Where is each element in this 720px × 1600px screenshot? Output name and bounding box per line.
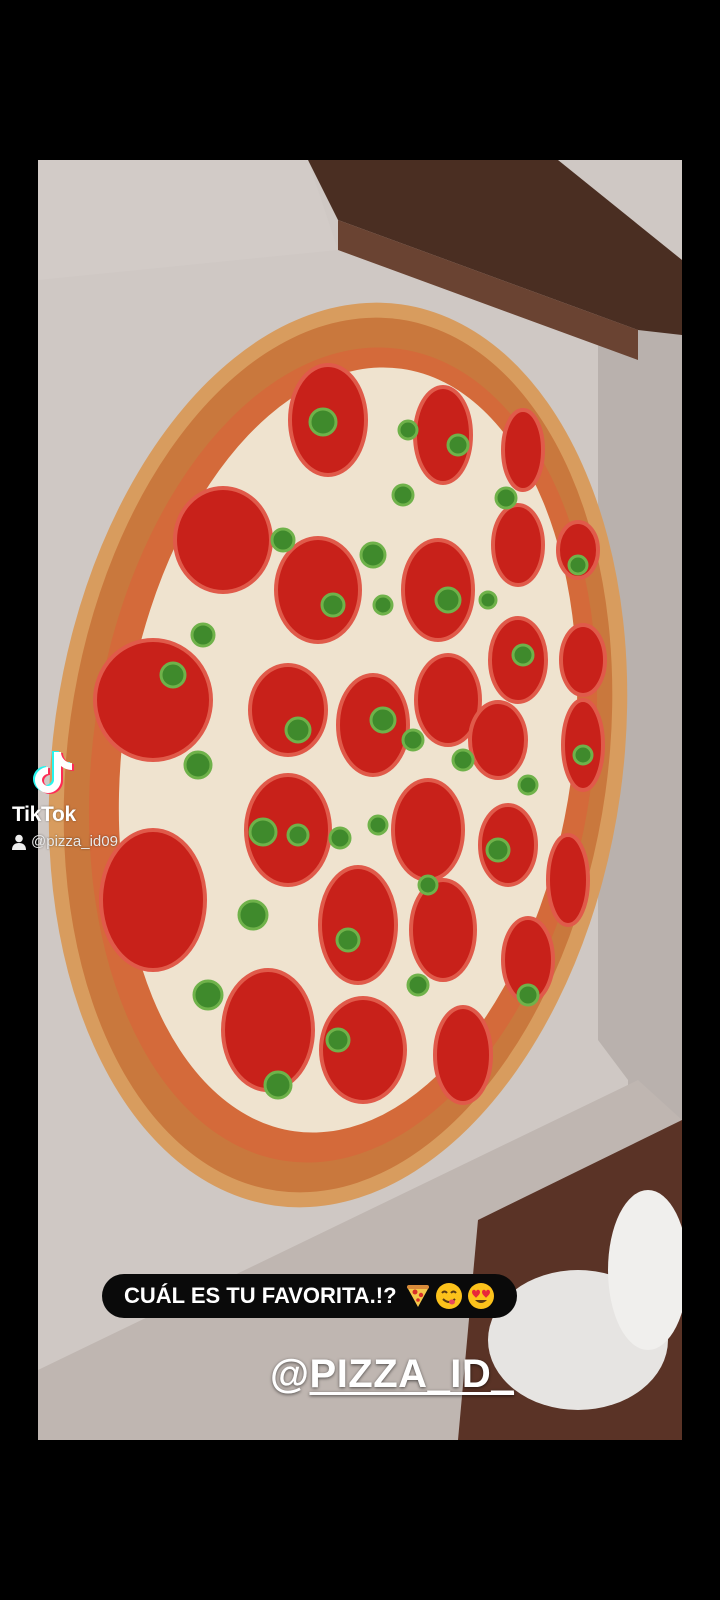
- tiktok-brand-label: TikTok: [12, 803, 76, 826]
- heart-eyes-emoji: [467, 1283, 494, 1309]
- tiktok-logo-icon: [30, 748, 152, 801]
- caption-pill: CUÁL ES TU FAVORITA.!?: [102, 1274, 517, 1318]
- caption-emojis: [401, 1282, 495, 1310]
- handle-at: @: [270, 1352, 310, 1396]
- person-icon: [12, 834, 26, 850]
- yum-face-emoji: [435, 1283, 462, 1309]
- handle-name: PIZZA_ID_: [309, 1352, 515, 1396]
- tiktok-username-text: @pizza_id09: [31, 833, 118, 850]
- tiktok-username: @pizza_id09: [12, 833, 152, 850]
- tiktok-watermark: TikTok @pizza_id09: [12, 748, 152, 850]
- caption-text: CUÁL ES TU FAVORITA.!?: [124, 1283, 397, 1308]
- pizza-emoji: [406, 1285, 429, 1307]
- handle-overlay: @PIZZA_ID_: [270, 1352, 514, 1397]
